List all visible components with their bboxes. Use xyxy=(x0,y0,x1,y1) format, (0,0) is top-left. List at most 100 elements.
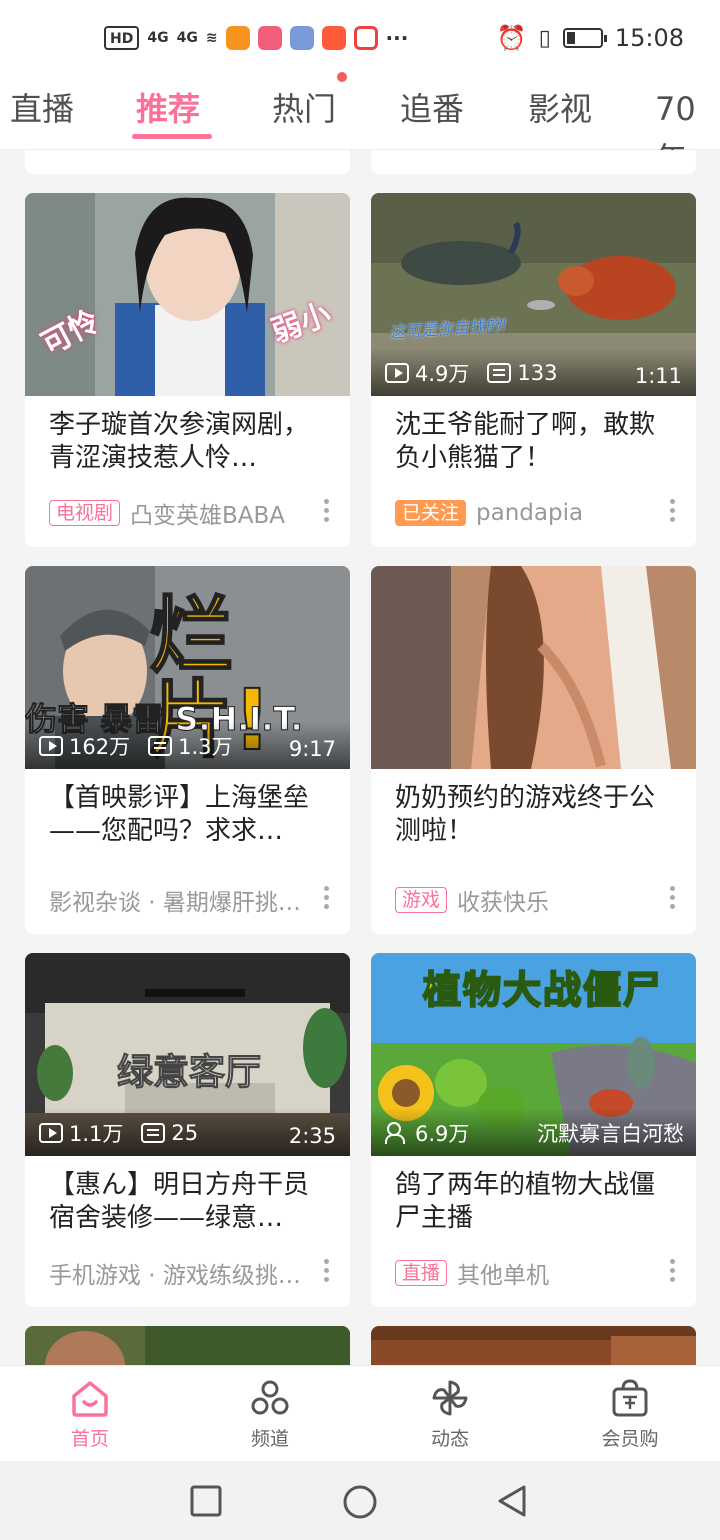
video-meta: 手机游戏 · 游戏练级挑… xyxy=(49,1257,339,1289)
recent-apps-icon[interactable] xyxy=(188,1483,224,1519)
thumbnail-caption: 植物大战僵尸 xyxy=(422,967,664,1013)
video-thumbnail[interactable] xyxy=(25,1326,350,1365)
video-card-partial[interactable] xyxy=(25,150,350,174)
partition-text[interactable]: 手机游戏 · 游戏练级挑… xyxy=(49,1257,301,1289)
live-thumbnail[interactable]: 植物大战僵尸 6.9万 沉默寡言白河愁 xyxy=(371,953,696,1156)
live-title[interactable]: 鸽了两年的植物大战僵尸主播 xyxy=(395,1169,675,1237)
video-title[interactable]: 【惠ん】明日方舟干员宿舍装修——绿意… xyxy=(49,1169,329,1237)
battery-icon xyxy=(562,28,607,48)
live-card[interactable]: 植物大战僵尸 6.9万 沉默寡言白河愁 鸽了两年的植物大战僵尸主播 直播 其他单… xyxy=(371,953,696,1307)
app-notification-icon xyxy=(353,26,378,50)
back-triangle-icon[interactable] xyxy=(494,1483,530,1519)
hd-indicator: HD xyxy=(104,26,140,50)
play-count-icon xyxy=(39,736,63,756)
more-options-icon[interactable] xyxy=(670,1259,676,1285)
video-title[interactable]: 【首映影评】上海堡垒——您配吗？求求… xyxy=(49,782,329,850)
video-meta: 游戏 收获快乐 xyxy=(395,884,685,916)
nav-home[interactable]: 首页 xyxy=(30,1378,150,1451)
bottom-navigation: 首页 频道 动态 会员购 xyxy=(0,1365,720,1461)
danmaku-count-icon xyxy=(487,363,512,383)
danmaku-count-icon xyxy=(148,736,173,756)
author-name[interactable]: 收获快乐 xyxy=(457,884,549,916)
video-duration: 1:11 xyxy=(634,364,682,388)
more-notifications-icon: ··· xyxy=(385,26,409,50)
more-options-icon[interactable] xyxy=(324,1259,330,1285)
video-title[interactable]: 李子璇首次参演网剧，青涩演技惹人怜… xyxy=(49,409,329,477)
tab-70-years[interactable]: 70年 xyxy=(655,84,720,178)
category-tag: 电视剧 xyxy=(49,500,121,526)
video-meta: 影视杂谈 · 暑期爆肝挑… xyxy=(49,884,339,916)
author-name[interactable]: pandapia xyxy=(476,500,583,526)
nav-channel-label: 频道 xyxy=(250,1428,289,1450)
channel-icon xyxy=(251,1380,289,1415)
partition-text[interactable]: 影视杂谈 · 暑期爆肝挑… xyxy=(49,884,301,916)
video-card-partial[interactable] xyxy=(25,1326,350,1365)
tab-live[interactable]: 直播 xyxy=(10,84,74,134)
nav-channel[interactable]: 频道 xyxy=(210,1378,330,1451)
video-feed[interactable]: 可怜 弱小 李子璇首次参演网剧，青涩演技惹人怜… 电视剧 凸变英雄BABA 这可… xyxy=(0,150,720,1365)
video-card[interactable]: 这可是你自找的! 4.9万 133 1:11 沈王爷能耐了啊，敢欺负小熊猫了！ … xyxy=(371,193,696,547)
danmaku-count: 1.3万 xyxy=(178,735,233,759)
tab-film[interactable]: 影视 xyxy=(528,84,592,134)
view-count: 162万 xyxy=(69,735,131,759)
play-count-icon xyxy=(39,1123,63,1143)
online-count: 6.9万 xyxy=(415,1122,470,1146)
more-options-icon[interactable] xyxy=(324,499,330,525)
more-options-icon[interactable] xyxy=(324,886,330,912)
app-notification-icon xyxy=(321,26,346,50)
nav-mall[interactable]: 会员购 xyxy=(570,1378,690,1451)
video-thumbnail[interactable]: 烂片! 伤害 暴雷 S.H.I.T. 162万 1.3万 9:17 xyxy=(25,566,350,769)
video-thumbnail[interactable] xyxy=(371,1326,696,1365)
live-meta: 直播 其他单机 xyxy=(395,1257,685,1289)
video-card[interactable]: 烂片! 伤害 暴雷 S.H.I.T. 162万 1.3万 9:17 【首映影评】… xyxy=(25,566,350,934)
video-thumbnail[interactable]: 绿意客厅 1.1万 25 2:35 xyxy=(25,953,350,1156)
more-options-icon[interactable] xyxy=(670,499,676,525)
more-options-icon[interactable] xyxy=(670,886,676,912)
video-duration: 2:35 xyxy=(288,1124,336,1148)
new-badge-dot xyxy=(337,72,347,82)
tab-hot[interactable]: 热门 xyxy=(272,84,336,134)
home-circle-icon[interactable] xyxy=(341,1483,379,1521)
video-title[interactable]: 奶奶预约的游戏终于公测啦！ xyxy=(395,782,675,850)
view-count: 4.9万 xyxy=(415,362,470,386)
video-thumbnail[interactable]: 可怜 弱小 xyxy=(25,193,350,396)
live-area[interactable]: 其他单机 xyxy=(457,1257,549,1289)
video-card-partial[interactable] xyxy=(371,1326,696,1365)
signal-icon-2: 4G xyxy=(176,30,198,46)
video-card[interactable]: 奶奶预约的游戏终于公测啦！ 游戏 收获快乐 xyxy=(371,566,696,934)
nav-dynamic[interactable]: 动态 xyxy=(390,1378,510,1451)
active-tab-indicator xyxy=(132,134,212,139)
video-card[interactable]: 绿意客厅 1.1万 25 2:35 【惠ん】明日方舟干员宿舍装修——绿意… 手机… xyxy=(25,953,350,1307)
live-tag: 直播 xyxy=(395,1260,448,1286)
play-count-icon xyxy=(385,363,409,383)
top-tab-bar: 直播 推荐 热门 追番 影视 70年 xyxy=(0,72,720,178)
video-meta: 电视剧 凸变英雄BABA xyxy=(49,497,339,529)
nav-home-label: 首页 xyxy=(70,1428,109,1450)
video-thumbnail[interactable]: 这可是你自找的! 4.9万 133 1:11 xyxy=(371,193,696,396)
video-card[interactable]: 可怜 弱小 李子璇首次参演网剧，青涩演技惹人怜… 电视剧 凸变英雄BABA xyxy=(25,193,350,547)
app-notification-icon xyxy=(257,26,282,50)
video-stats: 4.9万 133 xyxy=(385,358,558,388)
status-left: HD 4G 4G ≋ ··· xyxy=(104,26,408,50)
status-bar: HD 4G 4G ≋ ··· ⏰ ▯ 15:08 xyxy=(0,0,720,80)
danmaku-count: 133 xyxy=(517,361,558,385)
video-card-partial[interactable] xyxy=(371,150,696,174)
alarm-icon: ⏰ xyxy=(496,24,527,52)
danmaku-count-icon xyxy=(141,1123,166,1143)
streamer-name: 沉默寡言白河愁 xyxy=(537,1122,684,1146)
status-right: ⏰ ▯ 15:08 xyxy=(497,24,684,52)
clock: 15:08 xyxy=(614,24,684,52)
video-meta: 已关注 pandapia xyxy=(395,497,685,529)
app-notification-icon xyxy=(289,26,314,50)
signal-icon: 4G xyxy=(147,30,169,46)
video-title[interactable]: 沈王爷能耐了啊，敢欺负小熊猫了！ xyxy=(395,409,675,477)
author-name[interactable]: 凸变英雄BABA xyxy=(130,497,285,529)
nav-dynamic-label: 动态 xyxy=(430,1428,469,1450)
tab-anime[interactable]: 追番 xyxy=(400,84,464,134)
video-thumbnail[interactable] xyxy=(371,566,696,769)
tab-recommend[interactable]: 推荐 xyxy=(136,84,200,134)
view-count: 1.1万 xyxy=(69,1122,124,1146)
wifi-icon: ≋ xyxy=(205,30,218,46)
shopping-bag-icon xyxy=(612,1379,648,1417)
system-navigation-bar xyxy=(0,1461,720,1540)
